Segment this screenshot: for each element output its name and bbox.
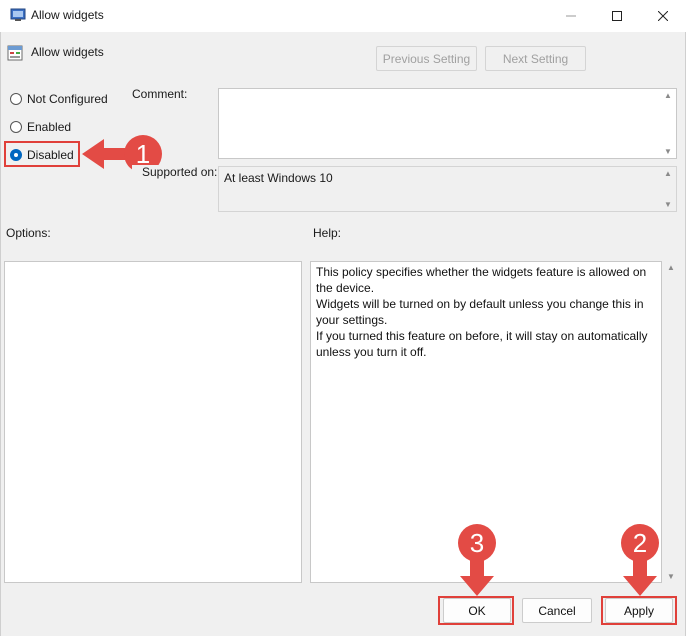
comment-label: Comment: xyxy=(132,87,188,101)
options-pane xyxy=(4,261,302,583)
close-icon xyxy=(658,11,668,21)
arrow-left-icon xyxy=(82,139,130,169)
arrow-down-icon xyxy=(460,560,494,596)
highlight-ok xyxy=(438,596,514,625)
window-title: Allow widgets xyxy=(31,8,104,22)
supported-scrollbar[interactable]: ▲ ▼ xyxy=(660,167,676,211)
policy-window-icon xyxy=(10,8,26,21)
highlight-apply xyxy=(601,596,677,625)
scroll-down-icon[interactable]: ▼ xyxy=(664,200,672,209)
supported-on-value: At least Windows 10 xyxy=(224,171,333,185)
scroll-down-icon[interactable]: ▼ xyxy=(667,572,675,581)
comment-scrollbar[interactable]: ▲ ▼ xyxy=(660,89,676,158)
scroll-up-icon[interactable]: ▲ xyxy=(667,263,675,272)
help-line: the device. xyxy=(316,281,375,295)
title-bar: Allow widgets xyxy=(0,0,686,32)
radio-not-configured[interactable]: Not Configured xyxy=(10,92,108,106)
maximize-button[interactable] xyxy=(594,0,640,32)
radio-not-configured-circle[interactable] xyxy=(10,93,22,105)
scroll-up-icon[interactable]: ▲ xyxy=(664,169,672,178)
close-button[interactable] xyxy=(640,0,686,32)
help-line: Widgets will be turned on by default unl… xyxy=(316,297,644,311)
radio-enabled[interactable]: Enabled xyxy=(10,120,71,134)
highlight-disabled xyxy=(4,141,80,167)
help-line: your settings. xyxy=(316,313,388,327)
help-line: unless you turn it off. xyxy=(316,345,427,359)
radio-enabled-circle[interactable] xyxy=(10,121,22,133)
minimize-button[interactable] xyxy=(548,0,594,32)
policy-name: Allow widgets xyxy=(31,45,104,59)
radio-not-configured-label: Not Configured xyxy=(27,92,108,106)
policy-setting-icon xyxy=(7,45,23,61)
help-text: This policy specifies whether the widget… xyxy=(311,262,661,362)
step-3-badge: 3 xyxy=(458,524,496,562)
cancel-button[interactable]: Cancel xyxy=(522,598,592,623)
help-line: This policy specifies whether the widget… xyxy=(316,265,647,279)
comment-textbox[interactable]: ▲ ▼ xyxy=(218,88,677,159)
step-2-badge: 2 xyxy=(621,524,659,562)
options-label: Options: xyxy=(6,226,51,240)
help-line: If you turned this feature on before, it… xyxy=(316,329,648,343)
supported-on-label: Supported on: xyxy=(132,165,218,179)
minimize-icon xyxy=(566,15,576,17)
radio-enabled-label: Enabled xyxy=(27,120,72,134)
previous-setting-button[interactable]: Previous Setting xyxy=(376,46,477,71)
scroll-up-icon[interactable]: ▲ xyxy=(664,91,672,100)
supported-on-box: At least Windows 10 ▲ ▼ xyxy=(218,166,677,212)
arrow-down-icon xyxy=(623,560,657,596)
next-setting-button[interactable]: Next Setting xyxy=(485,46,586,71)
scroll-down-icon[interactable]: ▼ xyxy=(664,147,672,156)
maximize-icon xyxy=(612,11,622,21)
help-label: Help: xyxy=(313,226,342,240)
help-scrollbar[interactable]: ▲ ▼ xyxy=(663,261,679,583)
